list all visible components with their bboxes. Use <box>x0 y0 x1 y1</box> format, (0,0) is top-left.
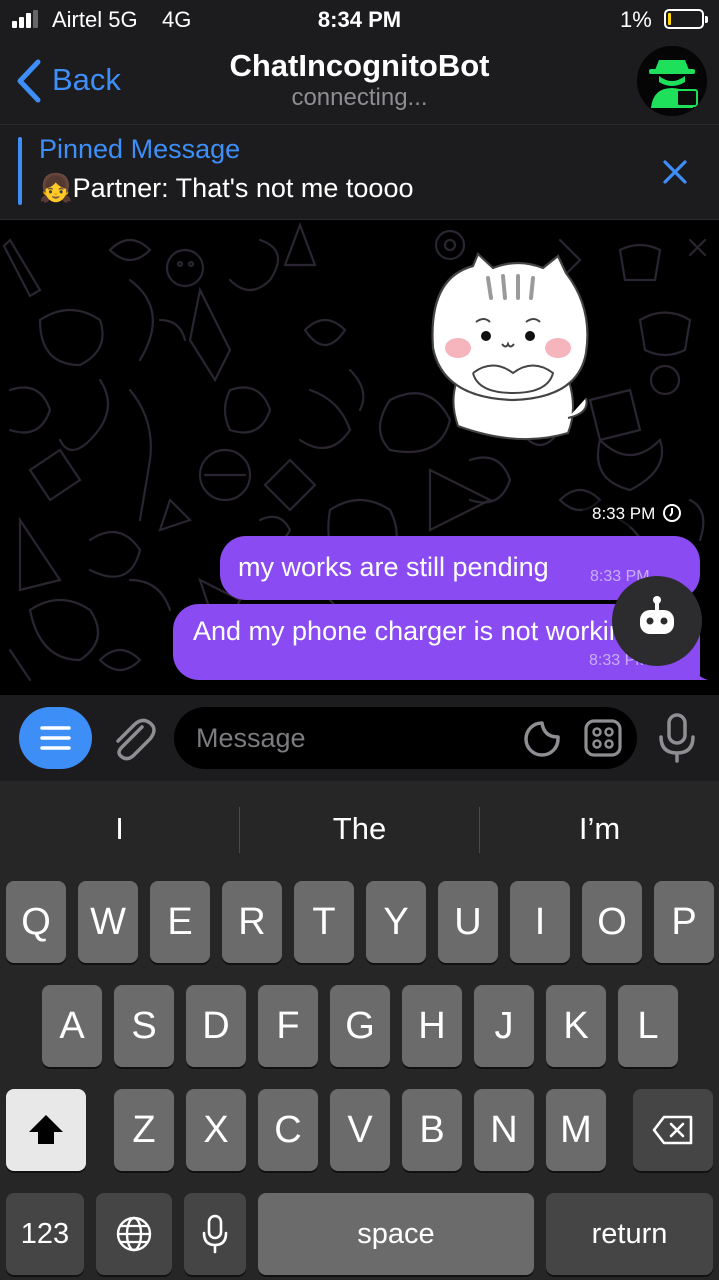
key-f[interactable]: F <box>258 985 318 1067</box>
menu-lines-icon <box>40 726 71 750</box>
pinned-title: Pinned Message <box>39 134 241 164</box>
robot-icon <box>640 596 674 634</box>
globe-key[interactable] <box>96 1193 172 1275</box>
key-o[interactable]: O <box>582 881 642 963</box>
key-q[interactable]: Q <box>6 881 66 963</box>
sticker-icon[interactable] <box>522 719 562 759</box>
bot-keyboard-icon[interactable] <box>582 717 624 759</box>
key-v[interactable]: V <box>330 1089 390 1171</box>
shift-key[interactable] <box>6 1089 86 1171</box>
key-e[interactable]: E <box>150 881 210 963</box>
pinned-message-bar[interactable]: Pinned Message 👧Partner: That's not me t… <box>0 125 719 220</box>
key-y[interactable]: Y <box>366 881 426 963</box>
clock-pending-icon <box>663 504 682 522</box>
suggestion[interactable]: The <box>240 781 479 877</box>
message-text: And my phone charger is not working <box>193 616 639 646</box>
key-p[interactable]: P <box>654 881 714 963</box>
pinned-indicator <box>18 137 22 205</box>
chat-header: Back ChatIncognitoBot connecting... <box>0 40 719 125</box>
chat-area[interactable]: 8:33 PM my works are still pending 8:33 … <box>0 220 719 695</box>
key-c[interactable]: C <box>258 1089 318 1171</box>
keyboard: I The I’m Q W E R T Y U I O P A S D F G … <box>0 781 719 1280</box>
connection-status: connecting... <box>291 84 428 111</box>
paperclip-icon[interactable] <box>108 713 156 763</box>
message-field[interactable] <box>174 707 637 769</box>
key-d[interactable]: D <box>186 985 246 1067</box>
key-j[interactable]: J <box>474 985 534 1067</box>
dictation-key[interactable] <box>184 1193 246 1275</box>
status-bar: Airtel 5G 4G 8:34 PM 1% <box>0 0 719 40</box>
numbers-key[interactable]: 123 <box>6 1193 84 1275</box>
bot-avatar[interactable] <box>637 46 707 116</box>
cute-white-cat-sticker[interactable] <box>418 248 598 463</box>
key-h[interactable]: H <box>402 985 462 1067</box>
globe-icon <box>116 1216 152 1252</box>
key-s[interactable]: S <box>114 985 174 1067</box>
message-time: 8:33 PM <box>582 500 693 527</box>
key-k[interactable]: K <box>546 985 606 1067</box>
key-a[interactable]: A <box>42 985 102 1067</box>
key-g[interactable]: G <box>330 985 390 1067</box>
chat-title[interactable]: ChatIncognitoBot <box>0 48 719 84</box>
key-b[interactable]: B <box>402 1089 462 1171</box>
girl-emoji: 👧 <box>39 173 73 203</box>
backspace-key[interactable] <box>633 1089 713 1171</box>
key-u[interactable]: U <box>438 881 498 963</box>
key-t[interactable]: T <box>294 881 354 963</box>
key-l[interactable]: L <box>618 985 678 1067</box>
battery-icon <box>664 9 708 29</box>
message-input[interactable] <box>196 707 496 769</box>
key-z[interactable]: Z <box>114 1089 174 1171</box>
suggestion[interactable]: I’m <box>480 781 719 877</box>
microphone-icon <box>202 1214 228 1254</box>
key-x[interactable]: X <box>186 1089 246 1171</box>
suggestion[interactable]: I <box>0 781 239 877</box>
space-key[interactable]: space <box>258 1193 534 1275</box>
key-r[interactable]: R <box>222 881 282 963</box>
message-input-bar <box>0 695 719 781</box>
microphone-icon[interactable] <box>656 711 698 765</box>
return-key[interactable]: return <box>546 1193 713 1275</box>
battery-percent: 1% <box>620 7 652 32</box>
shift-arrow-icon <box>29 1115 63 1144</box>
key-w[interactable]: W <box>78 881 138 963</box>
key-m[interactable]: M <box>546 1089 606 1171</box>
clock: 8:34 PM <box>317 7 402 32</box>
pinned-text: Partner: That's not me toooo <box>72 173 414 203</box>
message-text: my works are still pending <box>238 552 549 582</box>
key-n[interactable]: N <box>474 1089 534 1171</box>
bot-commands-button[interactable] <box>612 576 702 666</box>
key-i[interactable]: I <box>510 881 570 963</box>
pinned-preview: 👧Partner: That's not me toooo <box>39 172 413 204</box>
delete-icon <box>652 1115 693 1145</box>
hacker-incognito-logo-icon <box>637 46 707 116</box>
menu-button[interactable] <box>19 707 92 769</box>
close-icon[interactable] <box>660 157 690 187</box>
